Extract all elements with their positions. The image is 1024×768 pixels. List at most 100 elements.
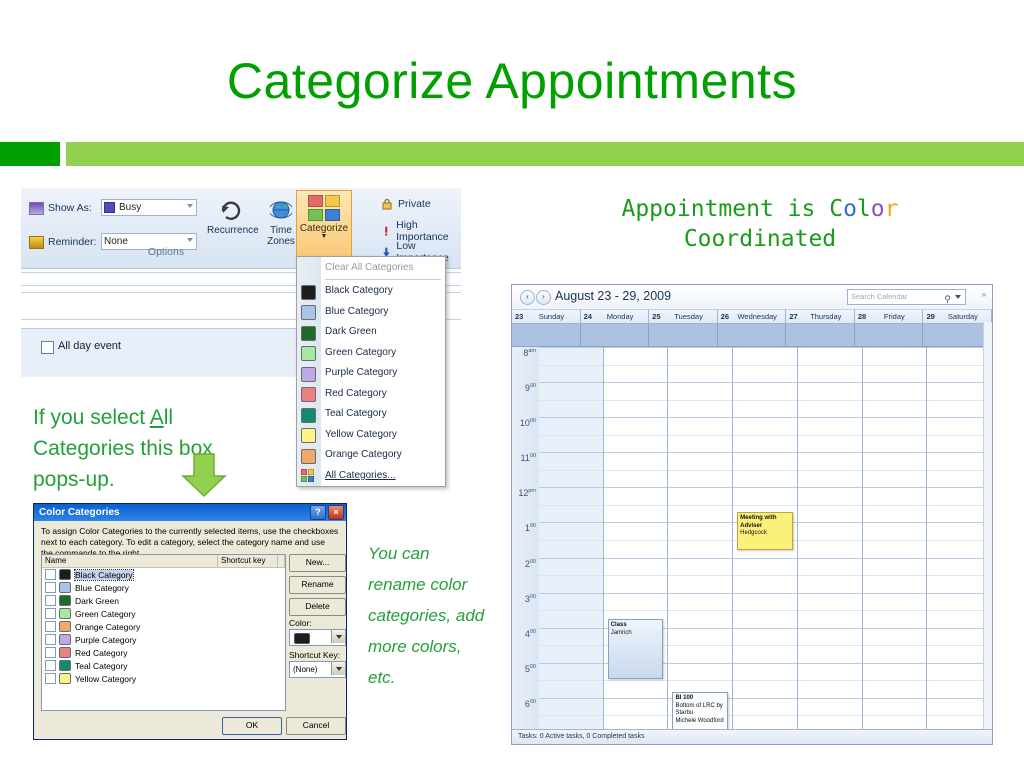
column-header-shortcut: Shortcut key	[218, 555, 278, 567]
category-checkbox[interactable]	[45, 660, 56, 671]
menu-item-category[interactable]: Black Category	[297, 281, 445, 302]
table-row[interactable]: Orange Category	[42, 620, 285, 633]
all-day-cell[interactable]	[512, 324, 581, 346]
category-color-swatch	[59, 582, 71, 593]
time-label: 12pm	[518, 488, 536, 498]
calendar-day-header[interactable]: 27 Thursday	[786, 310, 855, 323]
menu-item-label: Green Category	[325, 346, 397, 358]
category-checkbox[interactable]	[45, 569, 56, 580]
hour-line	[862, 452, 927, 454]
calendar-day-column[interactable]	[797, 347, 863, 734]
ok-button[interactable]: OK	[222, 717, 282, 735]
half-hour-line	[539, 680, 603, 682]
color-dropdown[interactable]	[289, 629, 346, 646]
hour-line	[539, 627, 603, 629]
calendar-day-header[interactable]: 24 Monday	[581, 310, 650, 323]
calendar-search-input[interactable]: Search Calendar ⚲	[847, 289, 966, 305]
menu-item-category[interactable]: Yellow Category	[297, 424, 445, 445]
calendar-day-column[interactable]: BI 100 Bottom of LRC by Starbu Michele Woo…	[668, 347, 734, 734]
half-hour-line	[797, 469, 862, 471]
table-row[interactable]: Yellow Category	[42, 672, 285, 685]
table-row[interactable]: Teal Category	[42, 659, 285, 672]
categorize-dropdown-menu[interactable]: Clear All Categories Black Category Blue …	[296, 256, 446, 487]
calendar-grid[interactable]: 8am 900 1000 1100 12pm 100 200 300 400 500 600 Cla…	[512, 347, 992, 734]
cancel-button[interactable]: Cancel	[286, 717, 346, 735]
half-hour-line	[862, 399, 927, 401]
half-hour-line	[668, 364, 733, 366]
calendar-day-header[interactable]: 26 Wednesday	[718, 310, 787, 323]
calendar-day-header[interactable]: 23 Sunday	[512, 310, 581, 323]
calendar-appointment[interactable]: Class Jamrich	[607, 619, 664, 679]
menu-item-category[interactable]: Orange Category	[297, 445, 445, 466]
half-hour-line	[927, 610, 992, 612]
menu-item-all-categories[interactable]: All Categories...	[297, 465, 445, 486]
private-option[interactable]: Private	[381, 198, 431, 210]
category-checkbox[interactable]	[45, 647, 56, 658]
new-category-button[interactable]: New...	[289, 554, 346, 572]
table-row[interactable]: Red Category	[42, 646, 285, 659]
half-hour-line	[539, 399, 603, 401]
calendar-day-column[interactable]: Class Jamrich	[603, 347, 669, 734]
category-color-swatch	[59, 673, 71, 684]
previous-week-button[interactable]: ‹	[520, 290, 535, 305]
all-day-cell[interactable]	[718, 324, 787, 346]
delete-category-button[interactable]: Delete	[289, 598, 346, 616]
half-hour-line	[668, 575, 733, 577]
calendar-day-header[interactable]: 25 Tuesday	[649, 310, 718, 323]
close-icon[interactable]: ×	[328, 505, 344, 520]
calendar-appointment[interactable]: BI 100 Bottom of LRC by Starbu Michele Woo…	[672, 692, 729, 732]
half-hour-line	[927, 680, 992, 682]
all-day-cell[interactable]	[855, 324, 924, 346]
calendar-scrollbar[interactable]	[983, 322, 992, 730]
calendar-day-columns[interactable]: Class Jamrich BI 100 Bottom of LRC by Starb…	[539, 347, 992, 734]
menu-item-label: Blue Category	[325, 305, 389, 317]
all-day-cell[interactable]	[923, 324, 992, 346]
category-checkbox[interactable]	[45, 582, 56, 593]
table-row[interactable]: Purple Category	[42, 633, 285, 646]
table-row[interactable]: Dark Green	[42, 594, 285, 607]
all-day-cell[interactable]	[649, 324, 718, 346]
calendar-all-day-row[interactable]	[512, 324, 992, 347]
menu-item-category[interactable]: Purple Category	[297, 363, 445, 384]
calendar-status-bar: Tasks: 0 Active tasks, 0 Completed tasks	[512, 729, 992, 744]
category-checkbox[interactable]	[45, 673, 56, 684]
menu-item-clear-all-categories[interactable]: Clear All Categories	[297, 257, 445, 278]
calendar-day-column[interactable]	[862, 347, 928, 734]
recurrence-button[interactable]: Recurrence	[207, 200, 259, 236]
table-row[interactable]: Green Category	[42, 607, 285, 620]
calendar-day-column[interactable]	[539, 347, 604, 734]
categories-list[interactable]: Name Shortcut key Black Category Blue Cat…	[41, 554, 286, 711]
table-row[interactable]: Blue Category	[42, 581, 285, 594]
hour-line	[927, 417, 992, 419]
menu-item-category[interactable]: Green Category	[297, 342, 445, 363]
next-week-button[interactable]: ›	[536, 290, 551, 305]
help-button[interactable]: ?	[310, 505, 326, 520]
time-suffix: pm	[528, 488, 536, 495]
menu-item-category[interactable]: Red Category	[297, 383, 445, 404]
time-zones-button[interactable]: Time Zones	[261, 200, 301, 247]
all-day-cell[interactable]	[786, 324, 855, 346]
menu-item-category[interactable]: Teal Category	[297, 404, 445, 425]
calendar-day-header[interactable]: 28 Friday	[855, 310, 924, 323]
half-hour-line	[539, 610, 603, 612]
categorize-button[interactable]: Categorize ▼	[296, 190, 352, 260]
hour-line	[733, 662, 797, 664]
category-checkbox[interactable]	[45, 595, 56, 606]
expand-query-builder-icon[interactable]: »	[982, 290, 986, 299]
category-checkbox[interactable]	[45, 621, 56, 632]
show-as-dropdown[interactable]: Busy	[101, 199, 197, 216]
shortcut-key-dropdown[interactable]: (None)	[289, 661, 346, 678]
menu-item-category[interactable]: Blue Category	[297, 301, 445, 322]
calendar-day-column[interactable]: Meeting with Adviser Hedgcock	[733, 347, 798, 734]
all-day-cell[interactable]	[581, 324, 650, 346]
time-suffix: 00	[529, 418, 536, 425]
category-checkbox[interactable]	[45, 608, 56, 619]
time-suffix: am	[528, 348, 536, 354]
calendar-appointment[interactable]: Meeting with Adviser Hedgcock	[737, 512, 793, 550]
table-row[interactable]: Black Category	[42, 568, 285, 581]
calendar-day-header[interactable]: 29 Saturday	[923, 310, 992, 323]
category-checkbox[interactable]	[45, 634, 56, 645]
all-day-event-checkbox[interactable]	[41, 341, 54, 354]
menu-item-category[interactable]: Dark Green	[297, 322, 445, 343]
rename-category-button[interactable]: Rename	[289, 576, 346, 594]
